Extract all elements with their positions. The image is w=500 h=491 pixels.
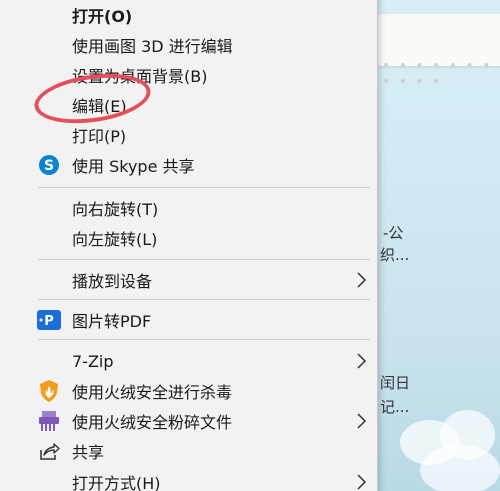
menu-item-label: 播放到设备	[72, 272, 153, 291]
menu-separator	[38, 339, 370, 340]
pdf-convert-icon: P	[37, 308, 61, 332]
desktop-text: 织...	[380, 246, 410, 264]
menu-item-label: 使用火绒安全进行杀毒	[72, 383, 233, 402]
menu-item-huorong-shred[interactable]: 使用火绒安全粉碎文件	[0, 406, 377, 436]
menu-item-label: 向左旋转(L)	[72, 230, 158, 249]
menu-item-huorong-scan[interactable]: 使用火绒安全进行杀毒	[0, 376, 377, 406]
menu-separator	[38, 299, 370, 300]
menu-item-label: 使用火绒安全粉碎文件	[72, 413, 233, 432]
chevron-right-icon	[357, 353, 367, 369]
menu-item-edit-paint3d[interactable]: 使用画图 3D 进行编辑	[0, 30, 377, 60]
skype-icon-letter: S	[44, 158, 54, 174]
shredder-icon	[37, 409, 61, 433]
menu-separator	[38, 187, 370, 188]
desktop-text: 闰日	[380, 374, 411, 392]
desktop-text: -公	[383, 224, 404, 242]
menu-item-open[interactable]: 打开(O)	[0, 0, 377, 30]
menu-item-label: 打印(P)	[72, 127, 127, 146]
chevron-right-icon	[357, 272, 367, 288]
menu-item-7zip[interactable]: 7-Zip	[0, 346, 377, 376]
dots-decoration: • • • • • • • • • • •	[382, 58, 493, 90]
menu-item-label: 使用画图 3D 进行编辑	[72, 37, 233, 56]
pdf-icon-letter: P	[44, 314, 54, 329]
menu-item-print[interactable]: 打印(P)	[0, 120, 377, 150]
menu-item-label: 7-Zip	[72, 351, 114, 371]
chevron-right-icon	[357, 413, 367, 429]
desktop: • • • • • • • • • • • • • We 联想 -公 织... …	[0, 0, 500, 491]
menu-separator	[38, 259, 370, 260]
menu-item-open-with[interactable]: 打开方式(H)	[0, 467, 377, 491]
huorong-shield-icon	[37, 379, 61, 403]
menu-item-label: 打开方式(H)	[72, 474, 161, 491]
menu-item-label: 向右旋转(T)	[72, 200, 159, 219]
desktop-text: 记...	[380, 398, 410, 416]
menu-item-rotate-right[interactable]: 向右旋转(T)	[0, 193, 377, 223]
menu-item-label: 共享	[72, 443, 105, 462]
menu-item-image-to-pdf[interactable]: P 图片转PDF	[0, 305, 377, 335]
menu-item-skype-share[interactable]: S 使用 Skype 共享	[0, 150, 377, 180]
menu-item-rotate-left[interactable]: 向左旋转(L)	[0, 223, 377, 253]
chevron-right-icon	[357, 474, 367, 490]
menu-item-label: 图片转PDF	[72, 312, 152, 331]
context-menu: 打开(O) 使用画图 3D 进行编辑 设置为桌面背景(B) 编辑(E) 打印(P…	[0, 0, 378, 491]
menu-item-label: 使用 Skype 共享	[72, 157, 195, 176]
menu-item-cast-to-device[interactable]: 播放到设备	[0, 265, 377, 295]
menu-item-label: 打开(O)	[72, 7, 133, 26]
share-icon	[37, 439, 61, 463]
menu-item-share[interactable]: 共享	[0, 436, 377, 466]
skype-icon: S	[37, 153, 61, 177]
cloud-decoration	[420, 445, 500, 491]
